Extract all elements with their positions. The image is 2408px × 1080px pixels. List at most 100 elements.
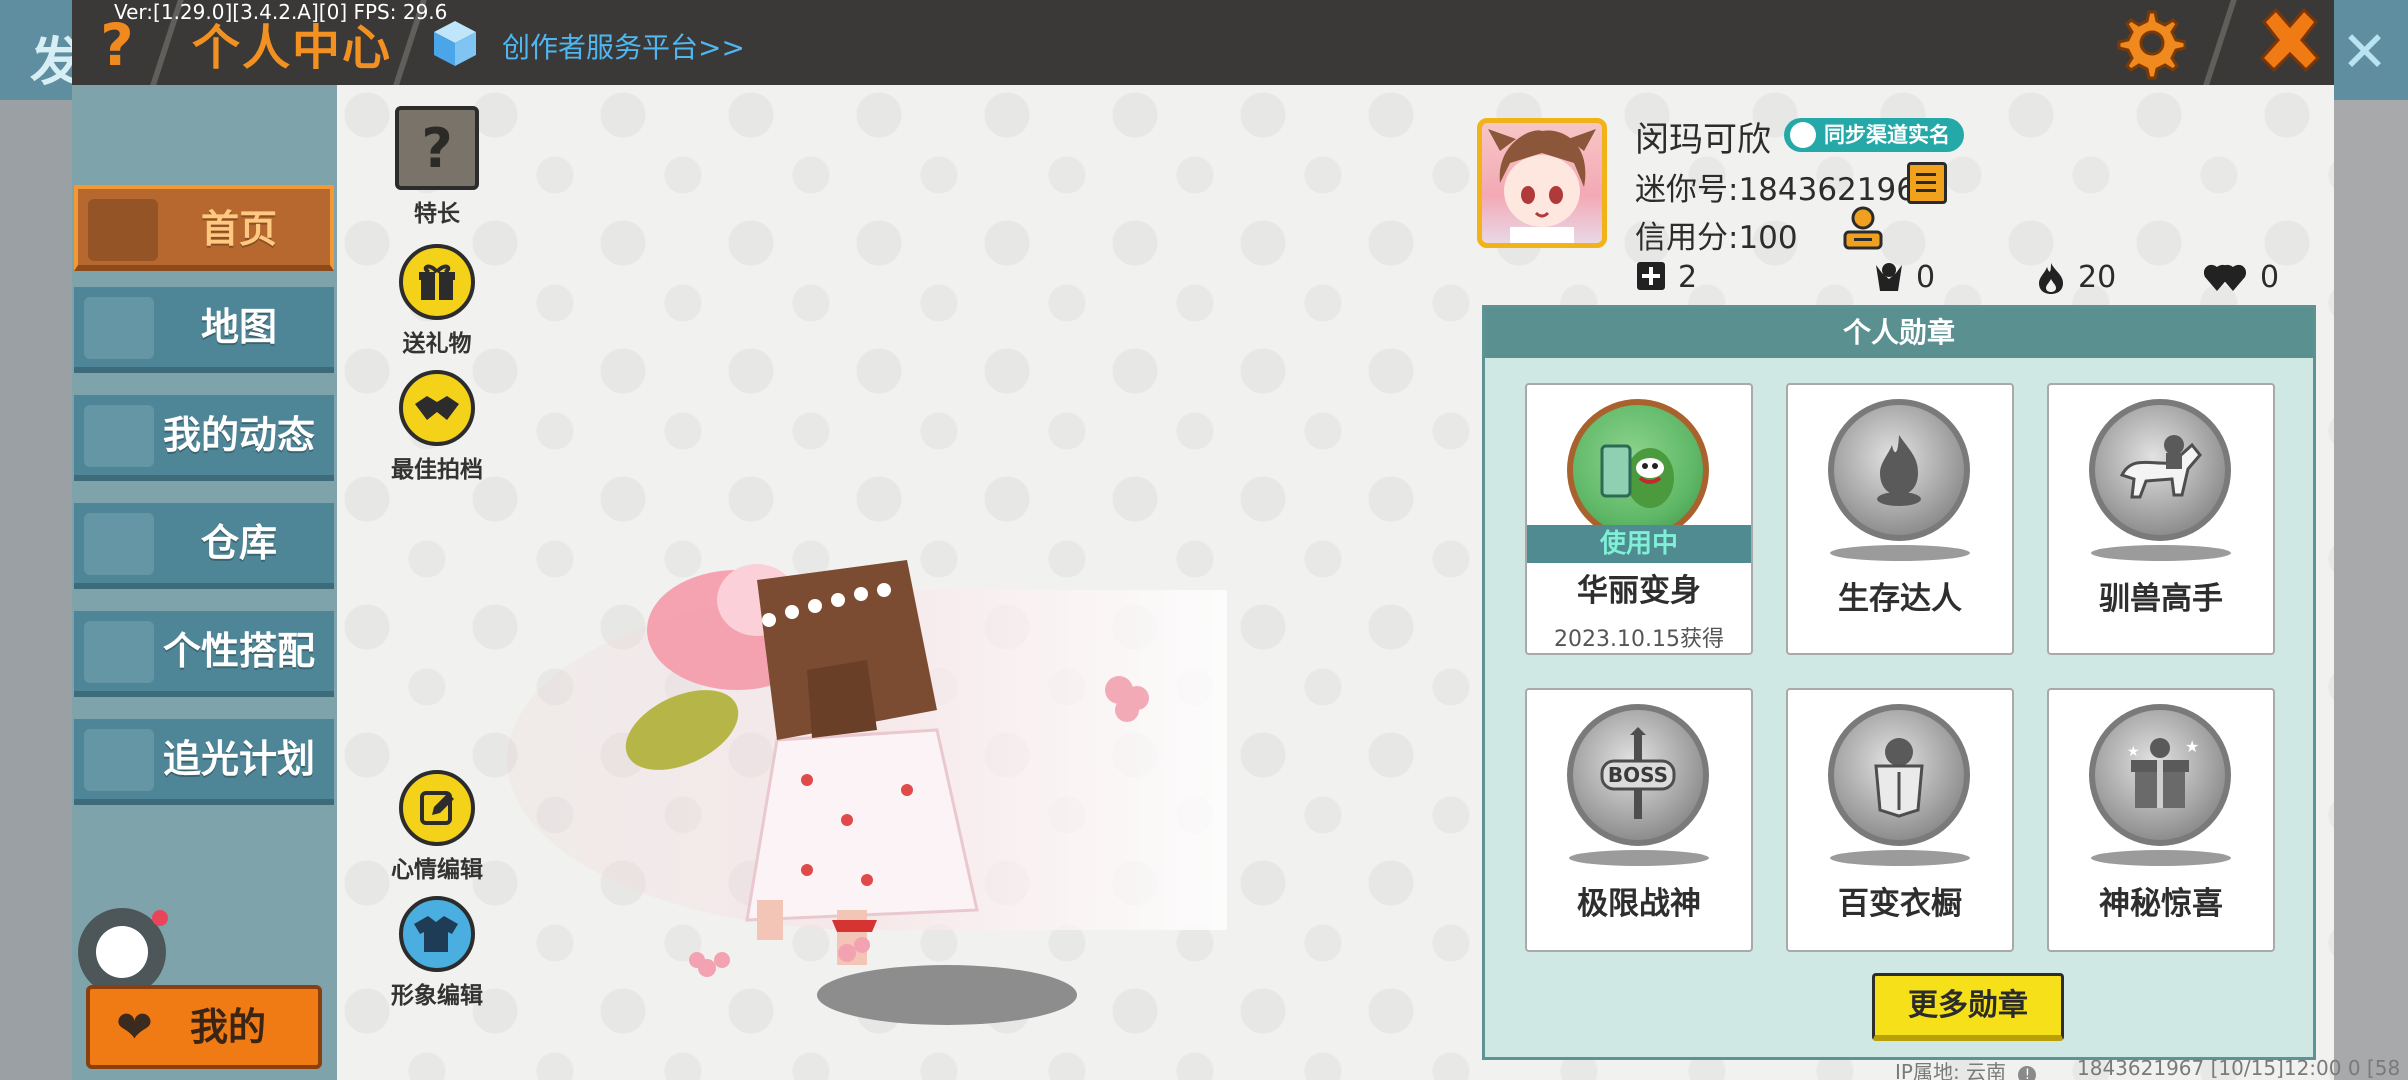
talent-button[interactable]: ? 特长 bbox=[372, 106, 502, 228]
header-divider bbox=[2203, 0, 2237, 85]
avatar-edit-label: 形象编辑 bbox=[391, 983, 483, 1009]
gift-icon bbox=[399, 244, 475, 320]
player-name: 闵玛可欣 bbox=[1635, 120, 1771, 160]
add-square-icon bbox=[1634, 261, 1668, 295]
footer-info: IP属地: 云南 ! 1843621967 [10/15]12:00 0 [58 bbox=[0, 1056, 2408, 1080]
best-partner-label: 最佳拍档 bbox=[391, 457, 483, 483]
mood-edit-button[interactable]: 心情编辑 bbox=[372, 770, 502, 884]
mine-button-label: 我的 bbox=[190, 1005, 267, 1049]
medal-card[interactable]: 生存达人 bbox=[1786, 383, 2014, 655]
sidebar-item-label: 仓库 bbox=[200, 521, 277, 565]
hearts-icon bbox=[2202, 261, 2250, 295]
svg-text:★: ★ bbox=[2185, 737, 2199, 756]
user-check-icon bbox=[1790, 122, 1816, 148]
sidebar-item-light-plan[interactable]: 追光计划 bbox=[74, 719, 334, 805]
talent-label: 特长 bbox=[414, 201, 460, 227]
stat-likes-value: 0 bbox=[2260, 260, 2280, 295]
avatar[interactable] bbox=[1477, 118, 1607, 248]
best-partner-button[interactable]: 最佳拍档 bbox=[372, 370, 502, 484]
mystery-gift-medal-icon: ★ ★ bbox=[2089, 704, 2231, 846]
personal-center-modal: ? 个人中心 创作者服务平台>> Ver:[1.29.0][3.4.2.A][0… bbox=[72, 0, 2334, 1080]
sync-realname-badge[interactable]: 同步渠道实名 bbox=[1784, 118, 1964, 152]
horse-rider-medal-icon bbox=[2089, 399, 2231, 541]
medal-name: 驯兽高手 bbox=[2099, 581, 2223, 617]
medal-name: 生存达人 bbox=[1838, 581, 1962, 617]
background-right-strip bbox=[2334, 100, 2408, 1080]
avatar-edit-button[interactable]: 形象编辑 bbox=[372, 896, 502, 1010]
credit-score: 信用分:100 bbox=[1635, 220, 1798, 256]
close-icon[interactable] bbox=[2252, 4, 2328, 80]
svg-text:★: ★ bbox=[2127, 744, 2140, 760]
send-gift-label: 送礼物 bbox=[402, 331, 472, 357]
medal-card[interactable]: BOSS 极限战神 bbox=[1525, 688, 1753, 952]
medal-pedestal bbox=[1830, 545, 1970, 561]
sync-realname-label: 同步渠道实名 bbox=[1824, 123, 1950, 147]
version-fps-readout: Ver:[1.29.0][3.4.2.A][0] FPS: 29.6 bbox=[114, 0, 448, 24]
creator-platform-link[interactable]: 创作者服务平台>> bbox=[502, 26, 745, 66]
medal-pedestal bbox=[2091, 545, 2231, 561]
mini-id: 迷你号:1843621967 bbox=[1635, 172, 1936, 208]
player-character-model[interactable] bbox=[507, 560, 1227, 980]
avatar-portrait-icon bbox=[1488, 129, 1596, 243]
medal-name: 百变衣橱 bbox=[1838, 886, 1962, 922]
sidebar-item-warehouse[interactable]: 仓库 bbox=[74, 503, 334, 589]
more-medals-button[interactable]: 更多勋章 bbox=[1872, 973, 2064, 1041]
credit-user-icon[interactable] bbox=[1842, 206, 1884, 250]
dinosaur-medal-icon bbox=[1567, 399, 1709, 541]
stat-add[interactable]: 2 bbox=[1634, 260, 1697, 295]
medals-panel-title: 个人勋章 bbox=[1485, 308, 2313, 358]
notification-dot bbox=[152, 910, 168, 926]
info-icon[interactable]: ! bbox=[2018, 1066, 2037, 1080]
medal-pedestal bbox=[2091, 850, 2231, 866]
gear-icon[interactable] bbox=[2112, 6, 2186, 80]
personal-medals-panel: 个人勋章 使用中 华丽变身 2023.10.15获得 生存达人 驯兽高手 BOS… bbox=[1482, 305, 2316, 1060]
sidebar-item-label: 个性搭配 bbox=[162, 629, 315, 673]
medal-card[interactable]: ★ ★ 神秘惊喜 bbox=[2047, 688, 2275, 952]
medal-pedestal bbox=[1830, 850, 1970, 866]
heart-icon: ❤ bbox=[116, 1002, 153, 1053]
stat-add-value: 2 bbox=[1678, 260, 1698, 295]
svg-text:BOSS: BOSS bbox=[1608, 763, 1668, 787]
ip-location: IP属地: 云南 ! bbox=[1895, 1056, 2037, 1080]
medal-card[interactable]: 百变衣橱 bbox=[1786, 688, 2014, 952]
medal-in-use-label: 使用中 bbox=[1527, 525, 1751, 563]
sidebar-item-my-feed[interactable]: 我的动态 bbox=[74, 395, 334, 481]
sidebar-item-label: 地图 bbox=[200, 305, 277, 349]
medal-card[interactable]: 使用中 华丽变身 2023.10.15获得 bbox=[1525, 383, 1753, 655]
stat-fans-value: 0 bbox=[1916, 260, 1936, 295]
stat-fans[interactable]: 0 bbox=[1872, 260, 1935, 295]
medal-name: 华丽变身 bbox=[1577, 573, 1701, 609]
fan-person-icon bbox=[1872, 261, 1906, 295]
mood-edit-label: 心情编辑 bbox=[391, 857, 483, 883]
header-bar: ? 个人中心 创作者服务平台>> Ver:[1.29.0][3.4.2.A][0… bbox=[72, 0, 2334, 85]
ip-location-label: IP属地: 云南 bbox=[1895, 1060, 2007, 1080]
wardrobe-shield-medal-icon bbox=[1828, 704, 1970, 846]
sidebar-item-label: 首页 bbox=[200, 207, 277, 251]
shirt-icon bbox=[399, 896, 475, 972]
medal-date: 2023.10.15获得 bbox=[1554, 627, 1724, 652]
stat-hot-value: 20 bbox=[2078, 260, 2117, 295]
flame-icon bbox=[2034, 261, 2068, 295]
stat-likes[interactable]: 0 bbox=[2202, 260, 2279, 295]
sidebar-item-label: 我的动态 bbox=[162, 413, 315, 457]
background-close-icon: ✕ bbox=[2341, 20, 2388, 85]
campfire-medal-icon bbox=[1828, 399, 1970, 541]
sidebar-item-map[interactable]: 地图 bbox=[74, 287, 334, 373]
handshake-icon bbox=[399, 370, 475, 446]
medal-card[interactable]: 驯兽高手 bbox=[2047, 383, 2275, 655]
edit-icon bbox=[399, 770, 475, 846]
cube-icon bbox=[434, 21, 476, 66]
copy-icon bbox=[1916, 173, 1936, 192]
uid-time-readout: 1843621967 [10/15]12:00 0 [58 bbox=[2077, 1056, 2401, 1080]
sidebar-item-home[interactable]: 首页 bbox=[74, 185, 334, 271]
medal-name: 极限战神 bbox=[1577, 886, 1701, 922]
medal-pedestal bbox=[1569, 850, 1709, 866]
send-gift-button[interactable]: 送礼物 bbox=[372, 244, 502, 358]
copy-id-button[interactable] bbox=[1907, 162, 1947, 204]
question-box-icon: ? bbox=[395, 106, 479, 190]
sidebar-item-label: 追光计划 bbox=[162, 737, 315, 781]
medal-name: 神秘惊喜 bbox=[2099, 886, 2223, 922]
stat-hot[interactable]: 20 bbox=[2034, 260, 2116, 295]
boss-sword-medal-icon: BOSS bbox=[1567, 704, 1709, 846]
sidebar-item-outfit[interactable]: 个性搭配 bbox=[74, 611, 334, 697]
